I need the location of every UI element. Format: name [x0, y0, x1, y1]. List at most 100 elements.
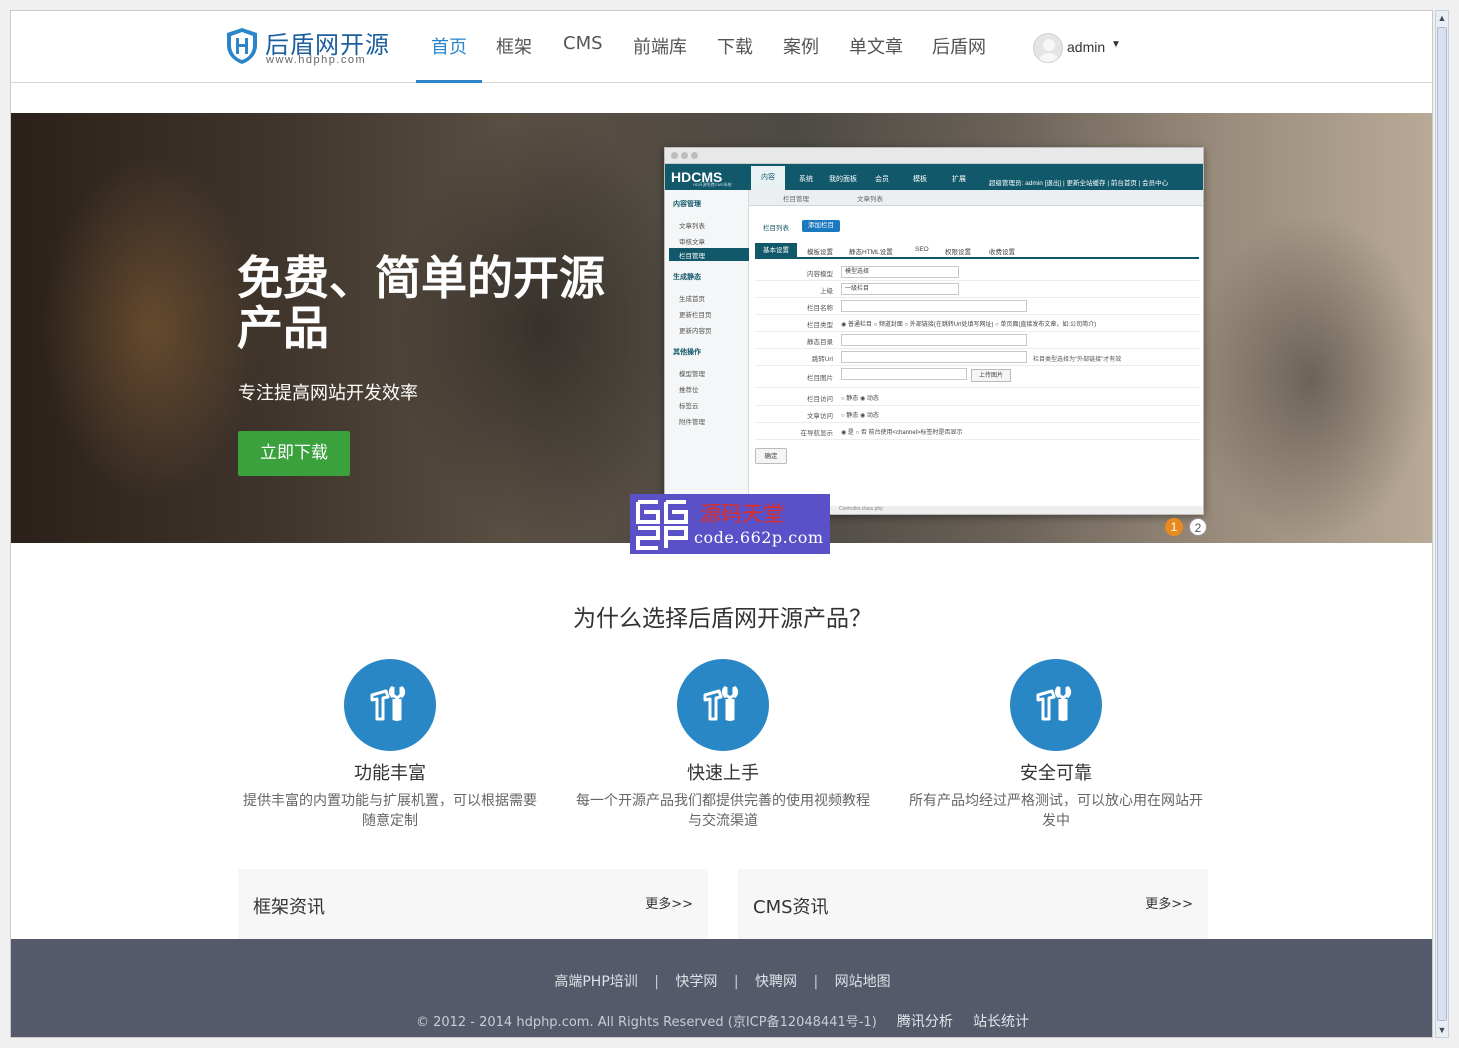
- mock-radio-group: ○ 静态 ◉ 动态: [841, 396, 879, 402]
- mock-select: 模型选择: [841, 266, 959, 278]
- mock-doc-tab: 栏目管理: [783, 196, 809, 203]
- footer-link-tencent-analytics[interactable]: 腾讯分析: [897, 1014, 953, 1030]
- footer-separator: |: [654, 974, 659, 990]
- hero-subtitle: 专注提高网站开发效率: [238, 383, 418, 404]
- mock-tab-system: 系统: [799, 176, 813, 183]
- user-menu[interactable]: admin: [1067, 39, 1105, 55]
- mock-form-row: 上级 一级栏目: [755, 281, 1199, 298]
- feature-description: 所有产品均经过严格测试，可以放心用在网站开发中: [909, 793, 1203, 829]
- mock-userinfo: 超级管理员: admin [退出] | 更新全站缓存 | 前台首页 | 会员中心: [989, 180, 1169, 187]
- mock-upload-button: 上传图片: [971, 369, 1011, 382]
- mock-side-item: 标签云: [679, 403, 699, 410]
- mock-field-label: 栏目名称: [807, 305, 833, 312]
- hero-banner: 免费、简单的开源产品 专注提高网站开发效率 立即下载 HDCMS HD开源免费C…: [11, 113, 1432, 543]
- mock-settings-tabs: 基本设置 模板设置 静态HTML设置 SEO 权限设置 收费设置: [755, 243, 1199, 259]
- mock-field-label: 文章访问: [807, 413, 833, 420]
- mock-side-group: 其他操作: [673, 349, 701, 356]
- watermark-badge: 源码天堂 code.662p.com: [630, 494, 830, 554]
- site-footer: 高端PHP培训 | 快学网 | 快聘网 | 网站地图 © 2012 - 2014…: [11, 939, 1432, 1037]
- nav-frontend-lib[interactable]: 前端库: [633, 33, 687, 59]
- window-dot-icon: [681, 152, 688, 159]
- footer-separator: |: [813, 974, 819, 990]
- site-logo[interactable]: 后盾网开源 www.hdphp.com: [225, 25, 395, 69]
- product-screenshot: HDCMS HD开源免费CMS系统 内容 系统 我的面板 会员 模板 扩展 超级…: [664, 147, 1204, 515]
- framework-news-more-link[interactable]: 更多>>: [645, 893, 693, 912]
- mock-settings-tab: SEO: [915, 246, 929, 253]
- cms-news-title: CMS资讯: [753, 897, 829, 918]
- shield-logo-icon: [227, 28, 257, 64]
- vertical-scrollbar[interactable]: ▲ ▼: [1435, 10, 1449, 1038]
- mock-input: [841, 300, 1027, 312]
- tools-icon: [703, 685, 739, 721]
- nav-cases[interactable]: 案例: [783, 33, 819, 59]
- scroll-up-arrow-icon[interactable]: ▲: [1436, 11, 1448, 25]
- nav-single-article[interactable]: 单文章: [849, 33, 903, 59]
- feature-card-secure: 安全可靠 所有产品均经过严格测试，可以放心用在网站开发中: [906, 659, 1206, 839]
- footer-link-php-training[interactable]: 高端PHP培训: [554, 974, 637, 990]
- nav-cms[interactable]: CMS: [563, 33, 603, 54]
- mock-settings-tab: 收费设置: [989, 249, 1015, 256]
- mock-form-row: 栏目类型 ◉ 普通栏目 ○ 频道封面 ○ 外部链接(在跳转Url处填写网址) ○…: [755, 315, 1199, 332]
- footer-link-kuaipin[interactable]: 快聘网: [755, 974, 797, 990]
- feature-title: 快速上手: [687, 763, 759, 784]
- mock-form-row: 栏目名称: [755, 298, 1199, 315]
- footer-copyright: © 2012 - 2014 hdphp.com. All Rights Rese…: [415, 1015, 877, 1030]
- mock-radio-group: ◉ 是 ○ 否 前台使用<channel>标签时是否显示: [841, 430, 963, 436]
- mock-field-label: 静态目录: [807, 339, 833, 346]
- mock-input: [841, 334, 1027, 346]
- hero-background-blur-right: [1191, 213, 1431, 543]
- mock-form-row: 跳转Url: [755, 349, 1199, 366]
- mock-field-label: 栏目访问: [807, 396, 833, 403]
- mock-side-item: 生成首页: [679, 296, 705, 303]
- mock-field-label: 栏目图片: [807, 375, 833, 382]
- footer-link-webmaster-stats[interactable]: 站长统计: [973, 1014, 1029, 1030]
- nav-framework[interactable]: 框架: [496, 33, 532, 59]
- feature-icon-circle: [344, 659, 436, 751]
- download-button[interactable]: 立即下载: [238, 431, 350, 476]
- browser-viewport: 后盾网开源 www.hdphp.com 首页 框架 CMS 前端库 下载 案例 …: [10, 10, 1433, 1038]
- slide-indicator-1[interactable]: 1: [1165, 518, 1183, 536]
- mock-side-item: 更新内容页: [679, 328, 712, 335]
- nav-home[interactable]: 首页: [431, 33, 467, 59]
- mock-list-link: 栏目列表: [763, 225, 789, 232]
- mock-settings-tab: 权限设置: [945, 249, 971, 256]
- mock-hint: 栏目类型选择为"外部链接"才有效: [1033, 357, 1122, 363]
- mock-settings-tab: 静态HTML设置: [849, 249, 893, 256]
- mock-logo-sub: HD开源免费CMS系统: [693, 182, 732, 187]
- cms-news-panel: CMS资讯 更多>>: [738, 869, 1208, 939]
- mock-form-row: 栏目访问 ○ 静态 ◉ 动态: [755, 389, 1199, 406]
- mock-field-label: 内容模型: [807, 271, 833, 278]
- mock-side-item: 更新栏目页: [679, 312, 712, 319]
- mock-tab-content: 内容: [751, 166, 785, 190]
- feature-description: 提供丰富的内置功能与扩展机置，可以根据需要随意定制: [243, 793, 537, 829]
- mock-doc-tabs: 栏目管理 文章列表: [749, 190, 1203, 206]
- mock-form-row: 内容模型 模型选择: [755, 264, 1199, 281]
- nav-download[interactable]: 下载: [717, 33, 753, 59]
- scrollbar-thumb[interactable]: [1437, 27, 1447, 1021]
- caret-down-icon[interactable]: ▼: [1111, 39, 1121, 50]
- user-avatar-icon: [1039, 39, 1059, 62]
- watermark-url: code.662p.com: [694, 528, 824, 547]
- mock-ok-button: 确定: [755, 448, 787, 464]
- footer-links: 高端PHP培训 | 快学网 | 快聘网 | 网站地图: [11, 971, 1432, 991]
- slide-indicator-2[interactable]: 2: [1189, 518, 1207, 536]
- mock-side-group: 内容管理: [673, 201, 701, 208]
- site-header: 后盾网开源 www.hdphp.com 首页 框架 CMS 前端库 下载 案例 …: [11, 11, 1432, 83]
- mock-form-row: 静态目录: [755, 332, 1199, 349]
- mock-window-titlebar: [665, 148, 1203, 164]
- mock-doc-tab: 文章列表: [857, 196, 883, 203]
- nav-houdunwang[interactable]: 后盾网: [932, 33, 986, 59]
- footer-link-sitemap[interactable]: 网站地图: [835, 974, 891, 990]
- cms-news-more-link[interactable]: 更多>>: [1145, 893, 1193, 912]
- watermark-title: 源码天堂: [700, 502, 784, 526]
- watermark-logo-icon: [636, 500, 688, 550]
- scroll-down-arrow-icon[interactable]: ▼: [1436, 1023, 1448, 1037]
- framework-news-panel: 框架资讯 更多>>: [238, 869, 708, 939]
- window-dot-icon: [671, 152, 678, 159]
- footer-link-kuaixue[interactable]: 快学网: [675, 974, 717, 990]
- mock-field-label: 跳转Url: [811, 356, 833, 363]
- framework-news-title: 框架资讯: [253, 897, 325, 918]
- user-avatar[interactable]: [1033, 33, 1063, 63]
- mock-radio-group: ◉ 普通栏目 ○ 频道封面 ○ 外部链接(在跳转Url处填写网址) ○ 单页面(…: [841, 322, 1097, 328]
- feature-card-rich: 功能丰富 提供丰富的内置功能与扩展机置，可以根据需要随意定制: [240, 659, 540, 839]
